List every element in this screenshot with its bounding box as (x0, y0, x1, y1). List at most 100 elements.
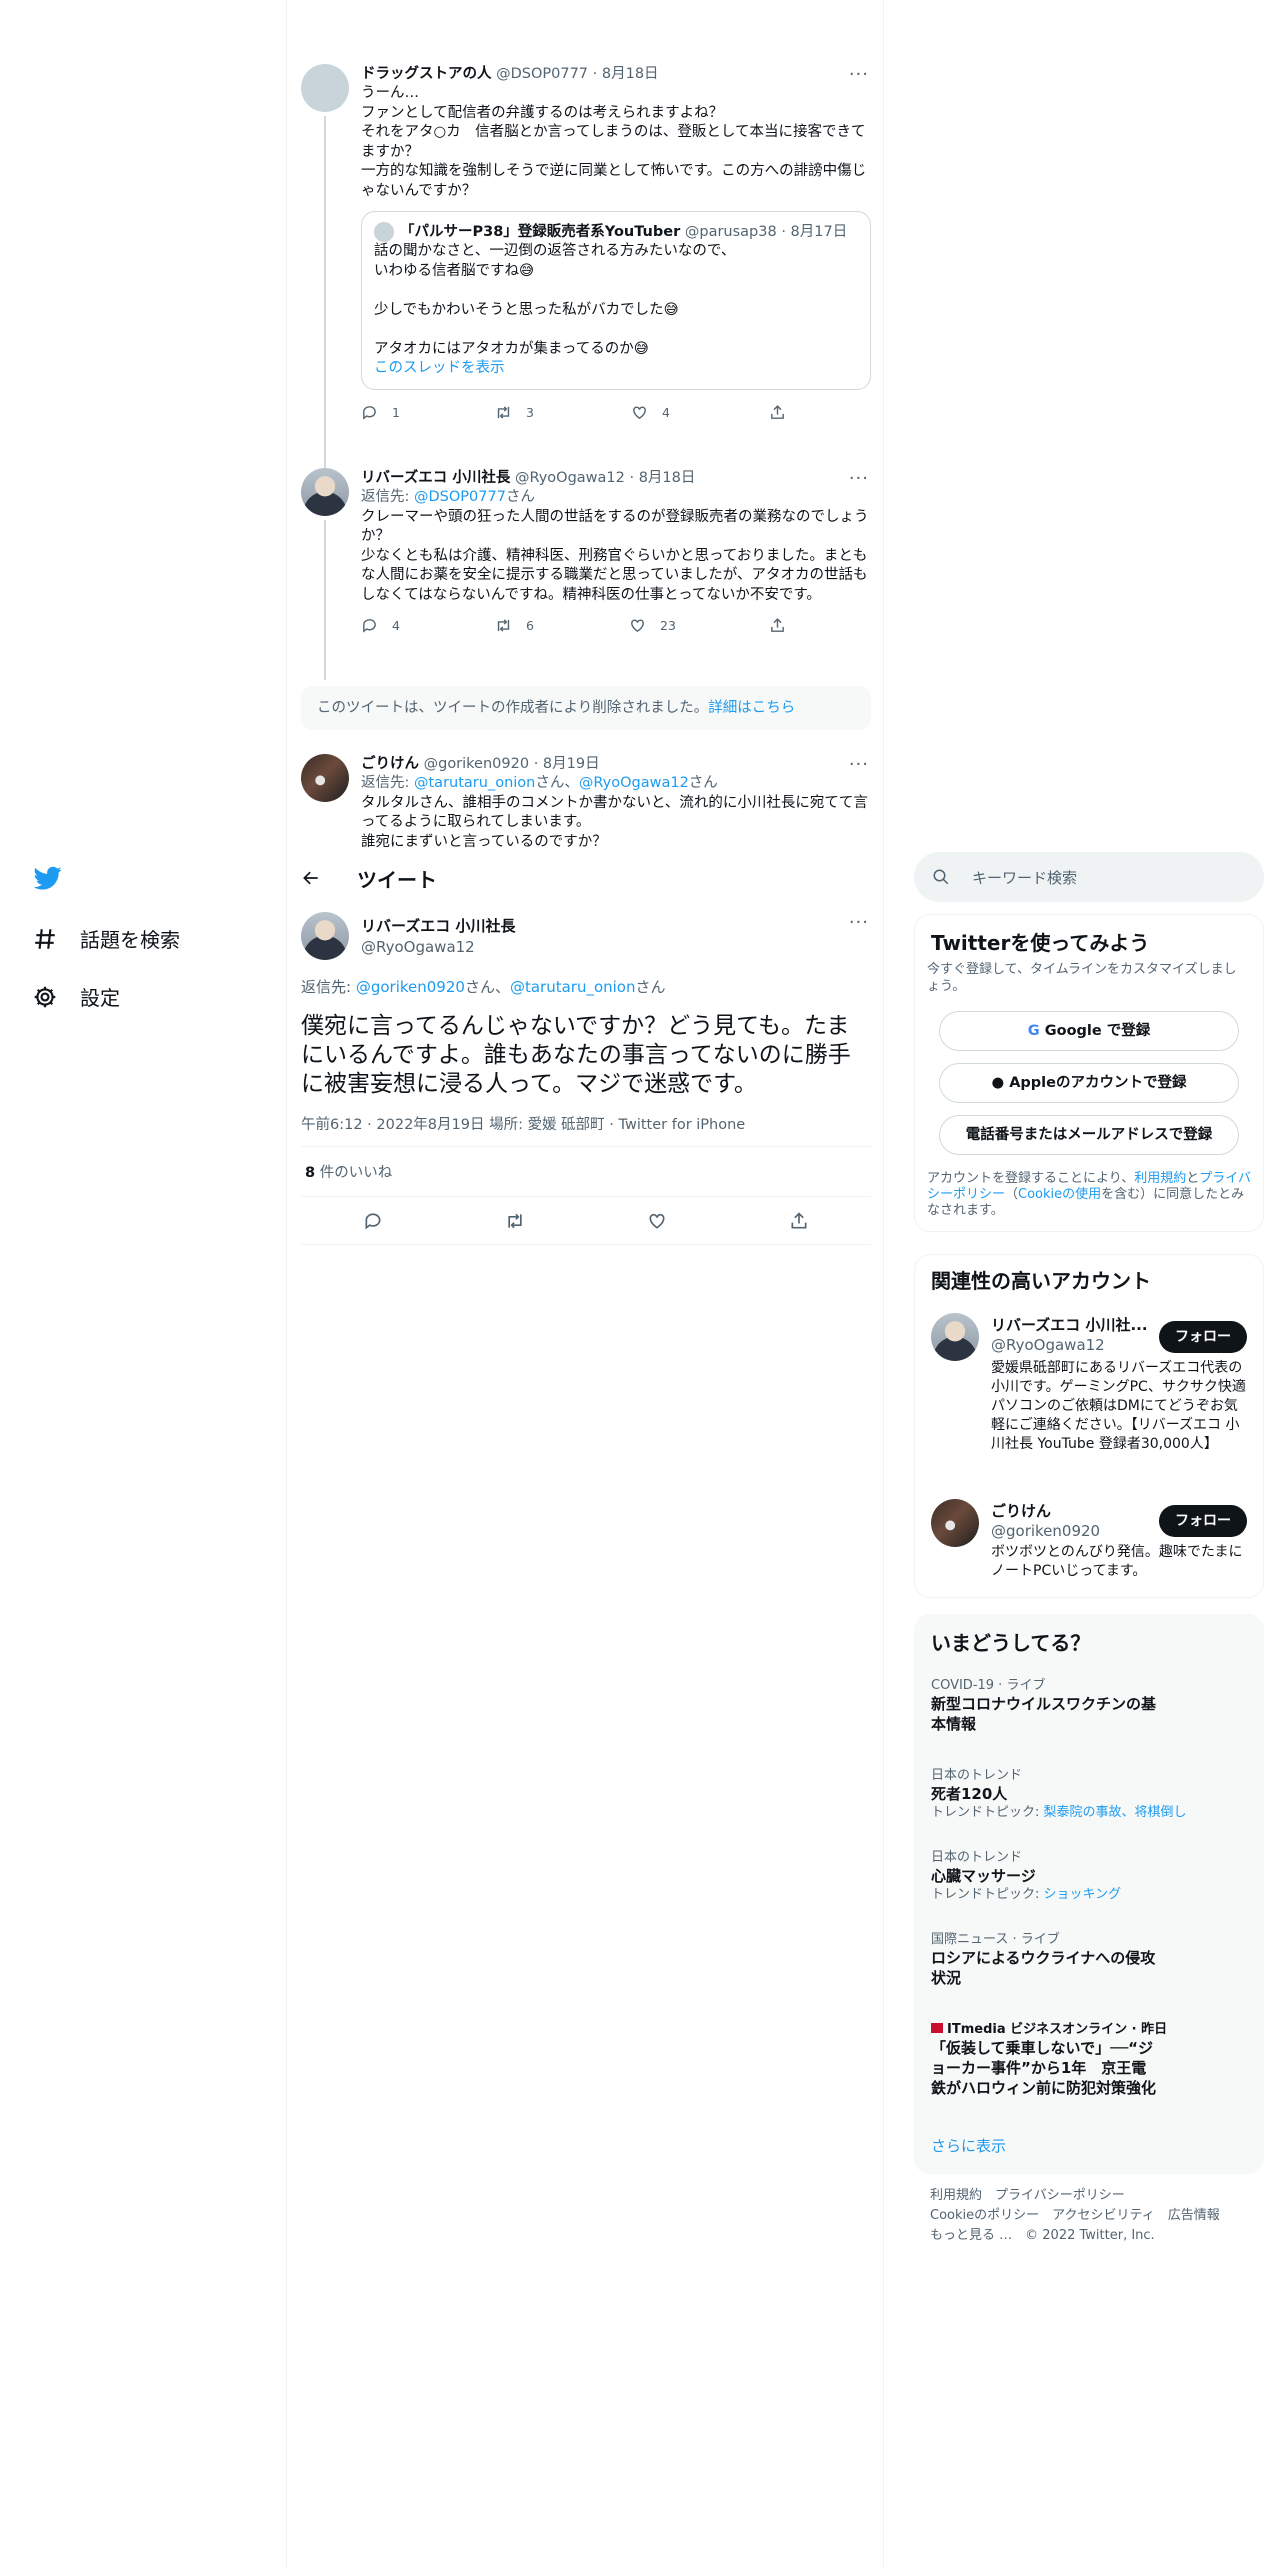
nav-settings[interactable]: 設定 (32, 982, 120, 1011)
more-icon[interactable]: ··· (849, 912, 869, 933)
share-button[interactable] (769, 404, 800, 421)
nav-settings-label: 設定 (80, 986, 120, 1010)
retweet-icon (497, 619, 510, 632)
quote-author-handle: @parusap38 (684, 224, 777, 240)
account-handle[interactable]: @RyoOgawa12 (991, 1335, 1151, 1355)
heart-icon (633, 405, 646, 419)
author-handle[interactable]: @RyoOgawa12 (361, 937, 515, 958)
avatar[interactable] (301, 754, 349, 802)
footer-link[interactable]: 利用規約 (930, 2188, 982, 2203)
trend-item[interactable]: 日本のトレンド 死者120人 トレンドトピック: 梨泰院の事故、将棋倒し (931, 1767, 1231, 1821)
related-title: 関連性の高いアカウント (931, 1269, 1151, 1293)
retweet-button[interactable]: 6 (495, 617, 534, 634)
reply-to-link[interactable]: @tarutaru_onion (414, 775, 535, 791)
trend-item[interactable]: 日本のトレンド 心臓マッサージ トレンドトピック: ショッキング (931, 1849, 1231, 1903)
avatar[interactable] (931, 1313, 979, 1361)
avatar[interactable] (931, 1499, 979, 1547)
author-name[interactable]: ドラッグストアの人 (361, 66, 492, 82)
like-button[interactable]: 4 (631, 404, 670, 421)
like-button[interactable]: 23 (629, 617, 676, 634)
avatar[interactable] (301, 468, 349, 516)
tweet-meta[interactable]: 午前6:12 · 2022年8月19日 場所: 愛媛 砥部町 · Twitter… (301, 1113, 871, 1147)
author-name[interactable]: リバーズエコ 小川社長 (361, 916, 515, 937)
reply-to: 返信先: @DSOP0777さん (361, 489, 535, 505)
twitter-logo-icon[interactable] (32, 864, 64, 892)
gear-icon (34, 986, 56, 1007)
thread-line (324, 116, 326, 472)
more-icon[interactable]: ··· (849, 754, 869, 775)
footer-link[interactable]: 広告情報 (1168, 2208, 1220, 2223)
account-handle[interactable]: @goriken0920 (991, 1521, 1100, 1541)
reply-button[interactable]: 1 (361, 404, 400, 421)
footer-link[interactable]: Cookieのポリシー (930, 2208, 1039, 2223)
heart-icon[interactable] (647, 1211, 667, 1231)
learn-more-link[interactable]: 詳細はこちら (708, 700, 795, 716)
more-icon[interactable]: ··· (849, 468, 869, 489)
search-icon (933, 869, 949, 885)
left-nav: 話題を検索 設定 (0, 0, 286, 2568)
copyright: © 2022 Twitter, Inc. (1025, 2228, 1155, 2243)
author-name[interactable]: リバーズエコ 小川社長 (361, 470, 510, 486)
account-item[interactable]: ごりけん @goriken0920 フォロー ボツボツとのんびり発信。趣味でたま… (915, 1499, 1263, 1589)
footer-link[interactable]: プライバシーポリシー (995, 2188, 1125, 2203)
back-arrow-icon[interactable] (301, 868, 321, 888)
follow-button[interactable]: フォロー (1159, 1505, 1247, 1537)
terms-link[interactable]: 利用規約 (1134, 1171, 1186, 1186)
retweet-button[interactable]: 3 (495, 404, 534, 421)
author-handle[interactable]: @DSOP0777 (496, 66, 588, 82)
likes-count[interactable]: 8 件のいいね (301, 1147, 871, 1197)
share-button[interactable] (769, 617, 800, 634)
author-name[interactable]: ごりけん (361, 756, 419, 772)
footer-link[interactable]: もっと見る … (930, 2228, 1012, 2243)
share-icon[interactable] (789, 1211, 809, 1231)
trend-item[interactable]: 国際ニュース · ライブ ロシアによるウクライナへの侵攻状況 (931, 1931, 1231, 1988)
trend-item[interactable]: COVID-19 · ライブ 新型コロナウイルスワクチンの基本情報 (931, 1677, 1231, 1734)
main-tweet: リバーズエコ 小川社長 @RyoOgawa12 ··· 返信先: @gorike… (301, 912, 871, 1245)
reply-to-link[interactable]: @DSOP0777 (414, 489, 506, 505)
account-name[interactable]: ごりけん (991, 1501, 1100, 1521)
tweet-actions: 1 3 4 (361, 404, 871, 424)
follow-button[interactable]: フォロー (1159, 1321, 1247, 1353)
show-more-link[interactable]: さらに表示 (931, 2135, 1006, 2156)
reply-to-link[interactable]: @tarutaru_onion (510, 978, 636, 996)
account-name[interactable]: リバーズエコ 小川社... (991, 1315, 1151, 1335)
phone-email-signup-button[interactable]: 電話番号またはメールアドレスで登録 (939, 1115, 1239, 1155)
signup-legal: アカウントを登録することにより、利用規約とプライバシーポリシー（Cookieの使… (927, 1171, 1252, 1218)
show-thread-link[interactable]: このスレッドを表示 (374, 359, 858, 379)
retweet-icon[interactable] (505, 1211, 525, 1231)
search-input[interactable]: キーワード検索 (914, 852, 1264, 902)
tweet-actions: 4 6 23 (361, 617, 871, 637)
quote-author-name: 「パルサーP38」登録販売者系YouTuber (400, 224, 681, 240)
center-column: ドラッグストアの人 @DSOP0777 · 8月18日 ··· うーん… ファン… (286, 0, 884, 2568)
deleted-tweet-notice: このツイートは、ツイートの作成者により削除されました。詳細はこちら (301, 686, 871, 730)
trend-item[interactable]: ITmedia ビジネスオンライン · 昨日 「仮装して乗車しないで」──“ジョ… (931, 2021, 1231, 2098)
tweet-text: うーん… ファンとして配信者の弁護するのは考えられますよね？ それをアタ○カ 信… (361, 85, 867, 199)
quoted-tweet[interactable]: 「パルサーP38」登録販売者系YouTuber @parusap38 · 8月1… (361, 211, 871, 390)
account-bio: 愛媛県砥部町にあるリバーズエコ代表の小川です。ゲーミングPC、サクサク快適パソコ… (991, 1360, 1246, 1452)
reply-to-link[interactable]: @RyoOgawa12 (579, 775, 689, 791)
quote-avatar (374, 222, 394, 242)
tweet-date[interactable]: · 8月19日 (534, 756, 600, 772)
nav-explore[interactable]: 話題を検索 (32, 924, 180, 953)
reply-icon[interactable] (363, 1211, 383, 1231)
cookie-link[interactable]: Cookieの使用 (1018, 1187, 1101, 1202)
avatar[interactable] (301, 912, 349, 960)
footer-link[interactable]: アクセシビリティ (1052, 2208, 1155, 2223)
account-item[interactable]: リバーズエコ 小川社... @RyoOgawa12 フォロー 愛媛県砥部町にある… (915, 1313, 1263, 1483)
more-icon[interactable]: ··· (849, 64, 869, 85)
google-signup-button[interactable]: G Google で登録 (939, 1011, 1239, 1051)
tweet-date[interactable]: · 8月18日 (629, 470, 695, 486)
reply-to: 返信先: @tarutaru_onionさん、@RyoOgawa12さん (361, 775, 718, 791)
reply-to-link[interactable]: @goriken0920 (356, 978, 465, 996)
related-accounts-card: 関連性の高いアカウント リバーズエコ 小川社... @RyoOgawa12 フォ… (914, 1254, 1264, 1598)
tweet-text: タルタルさん、誰相手のコメントか書かないと、流れ的に小川社長に宛てて言ってるよう… (361, 794, 868, 850)
signup-title: Twitterを使ってみよう (931, 931, 1150, 955)
avatar[interactable] (301, 64, 349, 112)
reply-button[interactable]: 4 (361, 617, 400, 634)
apple-signup-button[interactable]: ● Appleのアカウントで登録 (939, 1063, 1239, 1103)
author-handle[interactable]: @RyoOgawa12 (515, 470, 625, 486)
tweet-date[interactable]: · 8月18日 (593, 66, 659, 82)
signup-card: Twitterを使ってみよう 今すぐ登録して、タイムラインをカスタマイズしましょ… (914, 914, 1264, 1232)
news-source-icon (931, 2023, 943, 2033)
author-handle[interactable]: @goriken0920 (424, 756, 529, 772)
